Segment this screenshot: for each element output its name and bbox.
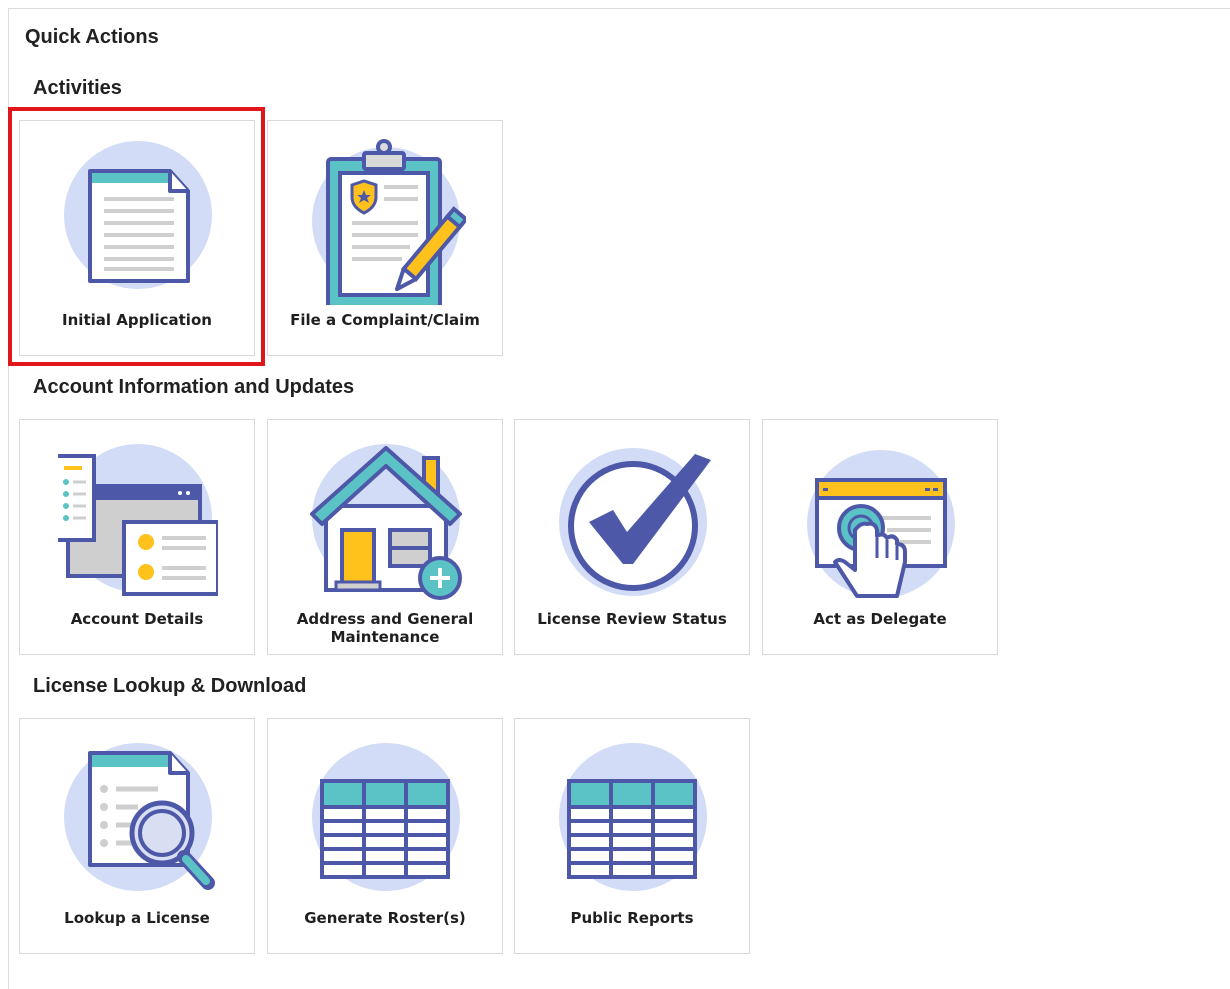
tile-account-details[interactable]: Account Details	[19, 419, 255, 655]
tile-label: Account Details	[70, 610, 204, 628]
document-magnifier-icon	[64, 743, 215, 891]
tile-label: File a Complaint/Claim	[290, 311, 480, 329]
hand-click-icon	[807, 450, 955, 598]
tile-label: Initial Application	[62, 311, 212, 329]
section-heading-activities: Activities	[33, 77, 122, 99]
tile-public-reports[interactable]: Public Reports	[514, 718, 750, 954]
tile-act-as-delegate[interactable]: Act as Delegate	[762, 419, 998, 655]
tile-label: Public Reports	[570, 909, 694, 927]
tile-label: Address and General Maintenance	[296, 610, 474, 646]
tile-label: Act as Delegate	[813, 610, 947, 628]
tile-initial-application[interactable]: Initial Application	[19, 120, 255, 356]
tile-label: Lookup a License	[64, 909, 210, 927]
house-plus-icon	[310, 444, 462, 600]
section-heading-account: Account Information and Updates	[33, 376, 355, 398]
section-heading-lookup: License Lookup & Download	[33, 675, 307, 697]
clipboard-pencil-icon	[312, 139, 466, 305]
table-icon	[559, 743, 707, 891]
tile-file-complaint[interactable]: File a Complaint/Claim	[267, 120, 503, 356]
tile-label: License Review Status	[537, 610, 727, 628]
tile-license-review-status[interactable]: License Review Status	[514, 419, 750, 655]
document-icon	[64, 141, 212, 289]
tile-generate-roster[interactable]: Generate Roster(s)	[267, 718, 503, 954]
checkmark-icon	[559, 448, 711, 596]
tile-address-maintenance[interactable]: Address and General Maintenance	[267, 419, 503, 655]
tile-label: Generate Roster(s)	[304, 909, 466, 927]
table-icon	[312, 743, 460, 891]
page-title: Quick Actions	[25, 26, 159, 48]
account-windows-icon	[58, 444, 218, 596]
tile-lookup-license[interactable]: Lookup a License	[19, 718, 255, 954]
